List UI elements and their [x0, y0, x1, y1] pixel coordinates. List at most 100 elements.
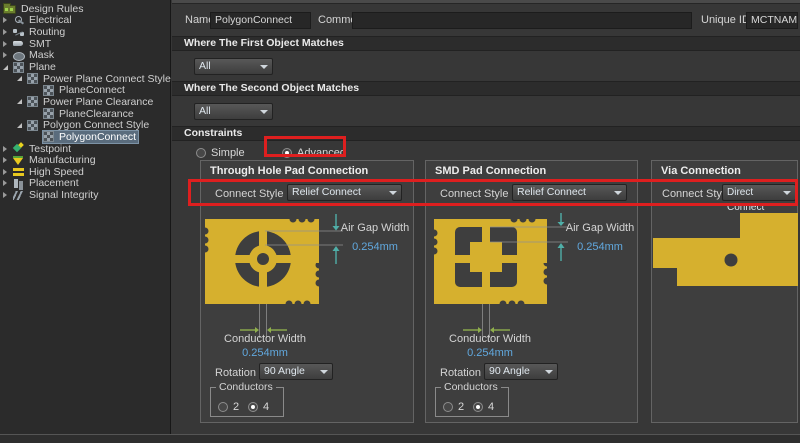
tree-item-polygon-connect-style[interactable]: Polygon Connect Style — [0, 119, 170, 131]
tree-item-routing[interactable]: Routing — [0, 26, 170, 38]
collapse-arrow-icon[interactable] — [17, 123, 27, 128]
tree-item-electrical[interactable]: Electrical — [0, 15, 170, 27]
chevron-down-icon — [320, 370, 328, 374]
panel-title: Via Connection — [661, 165, 741, 177]
high-speed-icon — [13, 166, 24, 177]
tree-item-manufacturing[interactable]: Manufacturing — [0, 154, 170, 166]
tree-item-label: Mask — [27, 49, 56, 61]
chevron-down-icon — [545, 370, 553, 374]
conductor-width-value: 0.254mm — [434, 347, 546, 359]
tree-item-label: Power Plane Connect Style — [41, 73, 173, 85]
tree-item-planeconnect[interactable]: PlaneConnect — [0, 84, 170, 96]
conductors-group: Conductors 2 4 — [435, 387, 509, 417]
comment-input[interactable] — [352, 12, 692, 29]
expand-arrow-icon[interactable] — [3, 157, 13, 163]
first-object-scope-dropdown[interactable]: All — [194, 58, 273, 75]
expand-arrow-icon[interactable] — [3, 180, 13, 186]
dropdown-value: All — [199, 105, 211, 117]
rule-editor-panel: Name PolygonConnect Comment Unique ID MC… — [172, 0, 800, 443]
tree-item-label: High Speed — [27, 166, 86, 178]
dropdown-value: Relief Connect — [292, 186, 361, 198]
design-rules-dialog: Design Rules Electrical Routing SMT Mask… — [0, 0, 800, 443]
tree-item-power-plane-clearance[interactable]: Power Plane Clearance — [0, 96, 170, 108]
air-gap-width-label: Air Gap Width — [339, 222, 411, 234]
radio-label: 4 — [488, 401, 494, 413]
collapse-arrow-icon[interactable] — [3, 65, 13, 70]
tree-item-placement[interactable]: Placement — [0, 178, 170, 190]
chevron-down-icon — [260, 65, 268, 69]
conductors-4-radio[interactable]: 4 — [248, 397, 269, 415]
rotation-label: Rotation — [215, 367, 256, 379]
bottom-divider — [0, 434, 800, 443]
signal-integrity-icon — [13, 190, 24, 201]
second-object-scope-dropdown[interactable]: All — [194, 103, 273, 120]
plane-checker-icon — [27, 96, 38, 107]
connect-style-label: Connect Style — [440, 188, 508, 200]
dropdown-value: Relief Connect — [517, 186, 586, 198]
simple-radio[interactable]: Simple — [196, 143, 245, 161]
tree-item-high-speed[interactable]: High Speed — [0, 166, 170, 178]
via-connection-panel: Via Connection Connect Style Direct Conn… — [651, 160, 798, 423]
dropdown-value: All — [199, 60, 211, 72]
conductor-width-value: 0.254mm — [209, 347, 321, 359]
conductor-width-label: Conductor Width — [209, 333, 321, 345]
expand-arrow-icon[interactable] — [3, 41, 13, 47]
expand-arrow-icon[interactable] — [3, 146, 13, 152]
expand-arrow-icon[interactable] — [3, 17, 13, 23]
conductors-4-radio[interactable]: 4 — [473, 397, 494, 415]
second-object-matches-header: Where The Second Object Matches — [172, 81, 800, 96]
smd-connect-style-dropdown[interactable]: Relief Connect — [512, 184, 627, 201]
design-rules-folder-icon — [3, 5, 16, 14]
expand-arrow-icon[interactable] — [3, 169, 13, 175]
manufacturing-icon — [13, 155, 24, 166]
collapse-arrow-icon[interactable] — [17, 76, 27, 81]
through-hole-connect-style-dropdown[interactable]: Relief Connect — [287, 184, 402, 201]
radio-label: Advanced — [297, 147, 346, 159]
radio-icon[interactable] — [248, 402, 258, 412]
panel-title: Through Hole Pad Connection — [210, 165, 368, 177]
expand-arrow-icon[interactable] — [3, 192, 13, 198]
radio-icon[interactable] — [443, 402, 453, 412]
radio-icon[interactable] — [282, 148, 292, 158]
tree-item-label: Placement — [27, 177, 81, 189]
placement-icon — [13, 178, 24, 189]
tree-item-plane[interactable]: Plane — [0, 61, 170, 73]
constraints-header: Constraints — [172, 126, 800, 141]
via-connect-style-dropdown[interactable]: Direct Connect — [722, 184, 796, 201]
rotation-dropdown[interactable]: 90 Angle — [484, 363, 558, 380]
dropdown-value: 90 Angle — [264, 365, 305, 377]
radio-icon[interactable] — [473, 402, 483, 412]
tree-item-planeclearance[interactable]: PlaneClearance — [0, 108, 170, 120]
conductors-group-label: Conductors — [441, 381, 501, 393]
tree-item-label: Polygon Connect Style — [41, 119, 151, 131]
collapse-arrow-icon[interactable] — [17, 99, 27, 104]
plane-checker-icon — [43, 85, 54, 96]
plane-checker-icon — [27, 120, 38, 131]
tree-item-power-plane-connect-style[interactable]: Power Plane Connect Style — [0, 73, 170, 85]
conductors-2-radio[interactable]: 2 — [443, 397, 464, 415]
unique-id-input[interactable]: MCTNAMFK — [746, 12, 798, 29]
tree-item-signal-integrity[interactable]: Signal Integrity — [0, 189, 170, 201]
radio-icon[interactable] — [196, 148, 206, 158]
tree-item-testpoint[interactable]: Testpoint — [0, 143, 170, 155]
rotation-dropdown[interactable]: 90 Angle — [259, 363, 333, 380]
radio-label: 4 — [263, 401, 269, 413]
air-gap-width-value: 0.254mm — [564, 241, 636, 253]
tree-item-mask[interactable]: Mask — [0, 50, 170, 62]
radio-icon[interactable] — [218, 402, 228, 412]
tree-item-design-rules[interactable]: Design Rules — [0, 3, 170, 15]
name-input[interactable]: PolygonConnect — [210, 12, 311, 29]
tree-item-polygonconnect-selected[interactable]: PolygonConnect — [0, 131, 170, 143]
advanced-radio[interactable]: Advanced — [282, 143, 346, 161]
tree-item-label: PolygonConnect — [57, 131, 138, 143]
plane-checker-icon — [27, 73, 38, 84]
conductors-2-radio[interactable]: 2 — [218, 397, 239, 415]
tree-item-label: Signal Integrity — [27, 189, 100, 201]
tree-item-label: PlaneConnect — [57, 84, 127, 96]
expand-arrow-icon[interactable] — [3, 29, 13, 35]
through-hole-pad-connection-panel: Through Hole Pad Connection Connect Styl… — [200, 160, 414, 423]
chevron-down-icon — [389, 191, 397, 195]
expand-arrow-icon[interactable] — [3, 52, 13, 58]
connect-style-label: Connect Style — [215, 188, 283, 200]
tree-item-smt[interactable]: SMT — [0, 38, 170, 50]
